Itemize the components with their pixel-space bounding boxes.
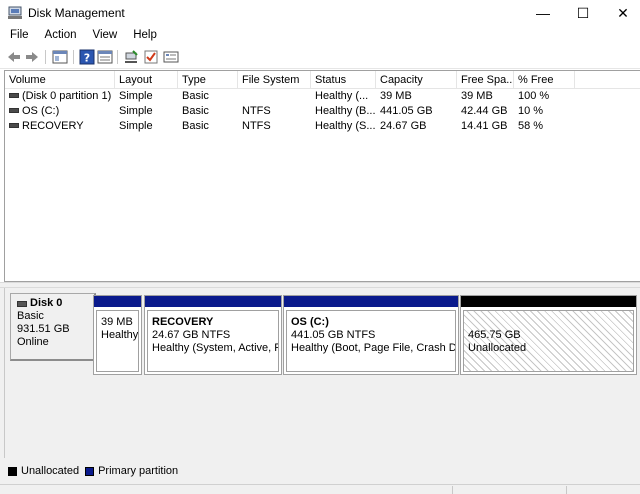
menu-help[interactable]: Help — [124, 26, 164, 44]
window-title: Disk Management — [28, 6, 125, 20]
volume-list: Volume Layout Type File System Status Ca… — [4, 70, 640, 282]
column-file-system[interactable]: File System — [238, 71, 311, 89]
menu-file[interactable]: File — [0, 26, 36, 44]
legend: Unallocated Primary partition — [0, 458, 640, 484]
close-button[interactable]: ✕ — [600, 0, 640, 26]
partition-os-c[interactable]: OS (C:) 441.05 GB NTFS Healthy (Boot, Pa… — [283, 295, 459, 375]
title-bar: Disk Management — ☐ ✕ — [0, 0, 640, 26]
table-row[interactable]: RECOVERY Simple Basic NTFS Healthy (S...… — [5, 119, 640, 134]
volume-icon — [9, 92, 19, 98]
column-volume[interactable]: Volume — [5, 71, 115, 89]
table-row[interactable]: OS (C:) Simple Basic NTFS Healthy (B... … — [5, 104, 640, 119]
menu-bar: File Action View Help — [0, 26, 640, 44]
column-percent-free[interactable]: % Free — [514, 71, 575, 89]
partition-system-reserved[interactable]: 39 MB Healthy — [93, 295, 142, 375]
unallocated-swatch — [8, 466, 17, 476]
column-capacity[interactable]: Capacity — [376, 71, 457, 89]
column-type[interactable]: Type — [178, 71, 238, 89]
legend-primary-partition: Primary partition — [85, 465, 178, 477]
status-bar — [0, 484, 640, 494]
svg-text:?: ? — [84, 52, 90, 65]
disk-0-label[interactable]: Disk 0 Basic 931.51 GB Online — [10, 293, 96, 361]
partition-recovery[interactable]: RECOVERY 24.67 GB NTFS Healthy (System, … — [144, 295, 282, 375]
disk-name: Disk 0 — [30, 297, 63, 309]
disk-icon — [17, 300, 27, 307]
disk-graph-pane: Disk 0 Basic 931.51 GB Online 39 MB Heal… — [0, 288, 640, 458]
properties-icon[interactable] — [97, 49, 113, 65]
forward-arrow-icon[interactable] — [24, 49, 40, 65]
column-free-space[interactable]: Free Spa... — [457, 71, 514, 89]
disk-state: Online — [17, 336, 49, 348]
back-arrow-icon[interactable] — [6, 49, 22, 65]
legend-unallocated: Unallocated — [8, 465, 79, 477]
console-tree-icon[interactable] — [52, 49, 68, 65]
menu-view[interactable]: View — [84, 26, 125, 44]
connect-icon[interactable] — [123, 49, 139, 65]
table-row[interactable]: (Disk 0 partition 1) Simple Basic Health… — [5, 89, 640, 104]
disk-management-app-icon — [8, 6, 22, 19]
primary-partition-swatch — [85, 466, 95, 476]
column-layout[interactable]: Layout — [115, 71, 178, 89]
settings-icon[interactable] — [163, 49, 179, 65]
disk-type: Basic — [17, 310, 44, 322]
check-icon[interactable] — [143, 49, 159, 65]
toolbar: ? — [0, 45, 640, 69]
volume-icon — [9, 107, 19, 113]
volume-icon — [9, 122, 19, 128]
volume-list-header: Volume Layout Type File System Status Ca… — [5, 71, 640, 89]
disk-size: 931.51 GB — [17, 323, 70, 335]
help-icon[interactable]: ? — [79, 49, 95, 65]
partition-unallocated[interactable]: 465.75 GB Unallocated — [460, 295, 637, 375]
column-status[interactable]: Status — [311, 71, 376, 89]
menu-action[interactable]: Action — [36, 26, 84, 44]
